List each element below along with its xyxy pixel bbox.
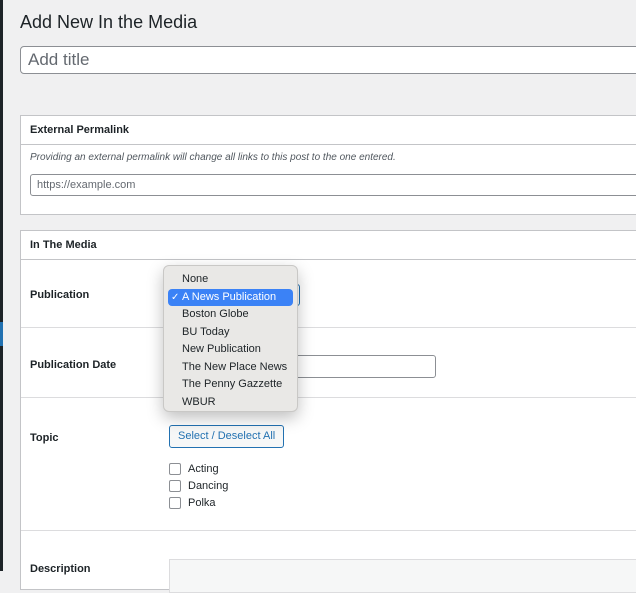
dropdown-option-label: WBUR [182,395,216,408]
topic-checkbox-list: Acting Dancing Polka [169,460,228,511]
select-deselect-all-button[interactable]: Select / Deselect All [169,425,285,448]
dropdown-option-label: New Publication [182,343,261,355]
description-row: Description [21,531,636,593]
dropdown-option-label: The New Place News [182,360,288,373]
description-editor-toolbar[interactable] [169,559,636,593]
external-permalink-header[interactable]: External Permalink [21,116,636,145]
in-the-media-header[interactable]: In The Media [21,231,636,260]
post-title-input[interactable] [20,46,636,74]
external-permalink-box: External Permalink Providing an external… [20,115,636,215]
dropdown-option-a-news-publication[interactable]: ✓ A News Publication [168,288,293,306]
topic-option-label: Dancing [188,479,229,492]
checkbox-icon[interactable] [169,496,181,509]
dropdown-option-wbur[interactable]: WBUR [168,394,293,412]
dropdown-option-bu-today[interactable]: BU Today [168,324,293,342]
admin-sidebar-active-indicator [0,322,3,346]
topic-checkbox-dancing[interactable]: Dancing [169,477,228,494]
publication-dropdown-menu: None ✓ A News Publication Boston Globe B… [163,265,298,412]
topic-checkbox-acting[interactable]: Acting [169,460,228,477]
in-the-media-box: In The Media Publication Publication Dat… [20,230,636,593]
checkmark-icon: ✓ [171,291,180,303]
dropdown-option-label: BU Today [182,325,230,338]
publication-date-row: Publication Date [21,328,636,398]
dropdown-option-label: A News Publication [182,290,277,303]
external-permalink-url-input[interactable] [30,174,636,196]
topic-option-label: Polka [188,496,216,509]
description-label: Description [30,563,91,575]
topic-label: Topic [30,432,59,444]
dropdown-option-none[interactable]: None [168,271,293,289]
page-title: Add New In the Media [20,12,198,32]
topic-row: Topic Select / Deselect All Acting Danci… [21,398,636,531]
dropdown-option-label: None [182,273,209,285]
publication-row: Publication [21,261,636,328]
admin-sidebar-edge [0,0,3,571]
in-the-media-heading: In The Media [30,239,97,251]
topic-option-label: Acting [188,462,219,475]
external-permalink-description: Providing an external permalink will cha… [30,152,396,163]
topic-checkbox-polka[interactable]: Polka [169,494,228,511]
publication-label: Publication [30,289,90,301]
dropdown-option-boston-globe[interactable]: Boston Globe [168,306,293,324]
checkbox-icon[interactable] [169,479,181,492]
dropdown-option-the-new-place-news[interactable]: The New Place News [168,359,293,377]
dropdown-option-the-penny-gazzette[interactable]: The Penny Gazzette [168,376,293,394]
dropdown-option-label: Boston Globe [182,308,249,320]
dropdown-option-label: The Penny Gazzette [182,378,283,390]
checkbox-icon[interactable] [169,462,181,475]
publication-date-label: Publication Date [30,359,117,371]
external-permalink-heading: External Permalink [30,124,130,136]
dropdown-option-new-publication[interactable]: New Publication [168,341,293,359]
